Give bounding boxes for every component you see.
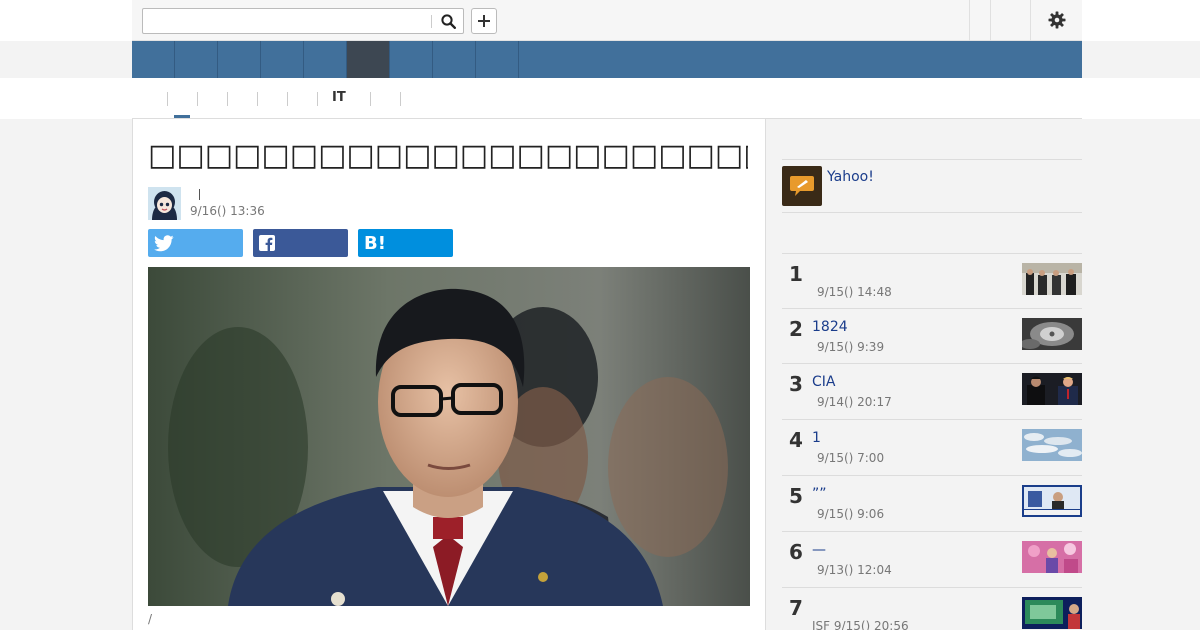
ranking-item[interactable]: 5 ”” 9/15() 9:06 bbox=[782, 475, 1082, 531]
yahoo-news-icon[interactable] bbox=[782, 166, 822, 206]
ranking-thumbnail bbox=[1022, 541, 1082, 573]
ranking-number: 7 bbox=[789, 596, 803, 620]
ranking-number: 4 bbox=[789, 428, 803, 452]
subnav-divider bbox=[287, 92, 288, 106]
twitter-icon bbox=[154, 234, 174, 251]
sub-nav: IT bbox=[0, 78, 1200, 119]
search-divider bbox=[431, 15, 432, 28]
thumbnail-image bbox=[1022, 541, 1082, 573]
ranking-date-value: 9/15() 20:56 bbox=[833, 619, 909, 630]
ranking-date: 9/15() 9:06 bbox=[817, 507, 885, 521]
ranking-number: 5 bbox=[789, 484, 803, 508]
nav-tab[interactable] bbox=[261, 41, 304, 78]
ranking-number: 3 bbox=[789, 372, 803, 396]
search-box bbox=[142, 8, 464, 34]
article: □□□□□□□□□□□□□□□□□□□□□□□□□□□□□ 9/16() 13:… bbox=[132, 118, 766, 630]
ranking-thumbnail bbox=[1022, 263, 1082, 295]
add-button[interactable] bbox=[471, 8, 497, 34]
thumbnail-image bbox=[1022, 485, 1082, 517]
settings-button[interactable] bbox=[1042, 9, 1072, 31]
ranking-title[interactable]: — bbox=[812, 542, 826, 558]
ranking-number: 2 bbox=[789, 317, 803, 341]
ranking-title[interactable]: 1 bbox=[812, 430, 821, 446]
search-icon bbox=[440, 13, 456, 29]
hatena-bookmark-icon: B! bbox=[364, 232, 386, 254]
ranking-item[interactable]: 6 — 9/13() 12:04 bbox=[782, 531, 1082, 587]
subnav-item-it[interactable]: IT bbox=[332, 90, 346, 106]
publish-date: 9/16() 13:36 bbox=[190, 204, 265, 218]
thumbnail-image bbox=[1022, 318, 1082, 350]
ranking-date: 9/15() 14:48 bbox=[817, 285, 892, 299]
subnav-divider bbox=[167, 92, 168, 106]
sidebar-divider bbox=[782, 212, 1082, 213]
subnav-divider bbox=[317, 92, 318, 106]
article-photo bbox=[148, 267, 750, 606]
nav-tab[interactable] bbox=[390, 41, 433, 78]
author-avatar-image bbox=[148, 187, 181, 220]
sidebar-divider bbox=[782, 159, 1082, 160]
article-title: □□□□□□□□□□□□□□□□□□□□□□□□□□□□□ bbox=[148, 138, 748, 173]
subnav-divider bbox=[400, 92, 401, 106]
nav-tab[interactable] bbox=[476, 41, 519, 78]
top-bar-inner bbox=[132, 0, 1082, 41]
ranking-item[interactable]: 1 9/15() 14:48 bbox=[782, 253, 1082, 309]
photo-caption: / bbox=[148, 612, 153, 626]
main-nav bbox=[132, 41, 1082, 78]
gear-icon bbox=[1048, 11, 1066, 29]
thumbnail-image bbox=[1022, 373, 1082, 405]
subnav-divider bbox=[370, 92, 371, 106]
ranking-date: 9/13() 12:04 bbox=[817, 563, 892, 577]
nav-tab[interactable] bbox=[433, 41, 476, 78]
search-button[interactable] bbox=[436, 11, 460, 31]
ranking-thumbnail bbox=[1022, 373, 1082, 405]
ranking-item[interactable]: 3 CIA 9/14() 20:17 bbox=[782, 363, 1082, 419]
ranking-title[interactable]: ”” bbox=[812, 486, 827, 502]
ranking-item[interactable]: 2 1824 9/15() 9:39 bbox=[782, 308, 1082, 364]
subnav-divider bbox=[227, 92, 228, 106]
ranking-item[interactable]: 7 JSF 9/15() 20:56 bbox=[782, 587, 1082, 630]
top-bar-divider bbox=[990, 0, 991, 41]
subnav-divider bbox=[197, 92, 198, 106]
ranking-title[interactable]: 1824 bbox=[812, 319, 848, 335]
ranking-date: 9/14() 20:17 bbox=[817, 395, 892, 409]
plus-icon bbox=[478, 15, 490, 27]
nav-tab[interactable] bbox=[175, 41, 218, 78]
twitter-share-button[interactable] bbox=[148, 229, 243, 257]
top-bar bbox=[0, 0, 1200, 41]
ranking-title[interactable]: CIA bbox=[812, 374, 835, 390]
ranking-date: JSF 9/15() 20:56 bbox=[812, 619, 909, 630]
ranking-date-prefix: JSF bbox=[812, 619, 831, 630]
ranking-number: 1 bbox=[789, 262, 803, 286]
yahoo-news-link[interactable]: Yahoo! bbox=[827, 169, 874, 185]
top-bar-divider bbox=[969, 0, 970, 41]
speech-bubble-icon bbox=[790, 176, 814, 196]
article-photo-image bbox=[148, 267, 750, 606]
facebook-share-button[interactable] bbox=[253, 229, 348, 257]
ranking-thumbnail bbox=[1022, 485, 1082, 517]
ranking-item[interactable]: 4 1 9/15() 7:00 bbox=[782, 419, 1082, 475]
ranking-date: 9/15() 9:39 bbox=[817, 340, 885, 354]
ranking-thumbnail bbox=[1022, 318, 1082, 350]
ranking-date: 9/15() 7:00 bbox=[817, 451, 885, 465]
thumbnail-image bbox=[1022, 429, 1082, 461]
nav-tab[interactable] bbox=[132, 41, 175, 78]
author-separator bbox=[199, 189, 200, 200]
nav-tab[interactable] bbox=[304, 41, 347, 78]
nav-tab[interactable] bbox=[218, 41, 261, 78]
thumbnail-image bbox=[1022, 263, 1082, 295]
thumbnail-image bbox=[1022, 597, 1082, 629]
hatena-bookmark-button[interactable]: B! bbox=[358, 229, 453, 257]
nav-tab-active[interactable] bbox=[347, 41, 390, 78]
sidebar: Yahoo! 1 9/15() 14:48 2 1824 9/15() 9:39 bbox=[766, 118, 1082, 630]
ranking-number: 6 bbox=[789, 540, 803, 564]
subnav-divider bbox=[257, 92, 258, 106]
ranking-thumbnail bbox=[1022, 429, 1082, 461]
search-input[interactable] bbox=[147, 11, 429, 31]
top-bar-divider bbox=[1030, 0, 1031, 41]
ranking-thumbnail bbox=[1022, 597, 1082, 629]
facebook-icon bbox=[259, 235, 275, 251]
author-avatar[interactable] bbox=[148, 187, 181, 220]
